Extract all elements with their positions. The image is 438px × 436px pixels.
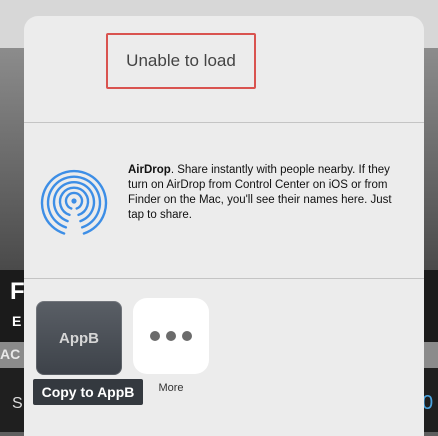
- background-letter-f: F: [10, 278, 25, 305]
- share-sheet: Unable to load AirDrop. Share instantly …: [24, 16, 424, 436]
- copy-to-appb-label[interactable]: Copy to AppB: [33, 379, 143, 405]
- airdrop-description: AirDrop. Share instantly with people nea…: [128, 163, 410, 223]
- more-label: More: [158, 382, 184, 394]
- background-letter-s: S: [12, 395, 23, 412]
- more-button[interactable]: [133, 298, 209, 374]
- background-letter-e: E: [12, 313, 22, 329]
- more-dots-icon: [150, 331, 192, 341]
- appb-app-button[interactable]: AppB: [36, 301, 122, 375]
- share-sheet-header: Unable to load: [24, 16, 424, 122]
- airdrop-title: AirDrop: [128, 164, 171, 176]
- unable-to-load-message: Unable to load: [106, 33, 256, 89]
- dot: [150, 331, 160, 341]
- dot: [182, 331, 192, 341]
- app-actions-row: AppB Copy to AppB More: [24, 279, 424, 436]
- appb-tile-text: AppB: [59, 329, 99, 347]
- dot: [166, 331, 176, 341]
- airdrop-section[interactable]: AirDrop. Share instantly with people nea…: [24, 123, 424, 278]
- airdrop-icon: [40, 169, 108, 235]
- background-letters-ac: AC: [0, 346, 21, 362]
